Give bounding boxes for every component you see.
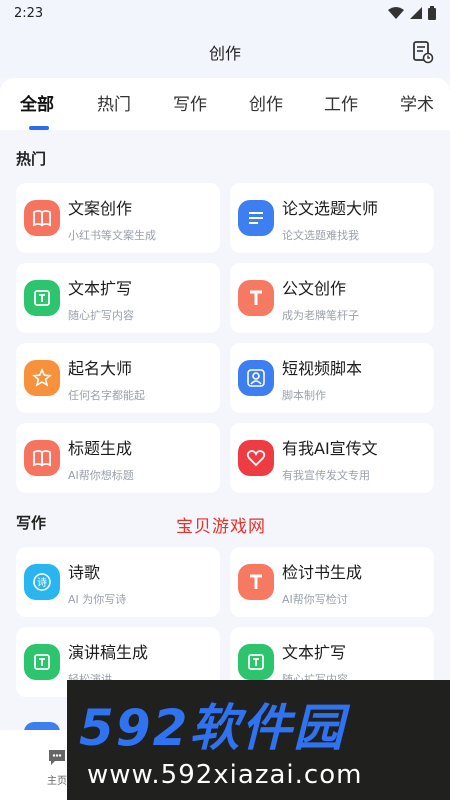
feature-card-title: 演讲稿生成 (68, 643, 149, 662)
tab-writing[interactable]: 写作 (173, 90, 207, 115)
app-header: 创作 (0, 26, 450, 78)
active-tab-indicator (29, 126, 49, 130)
text-box-icon (24, 280, 60, 316)
watermark-banner: 592软件园 www.592xiazai.com (67, 680, 450, 800)
feature-card-title: 文本扩写 (68, 279, 133, 298)
feature-card-subtitle: 小红书等文案生成 (68, 229, 156, 242)
feature-card-title: 诗歌 (68, 563, 101, 582)
status-time: 2:23 (14, 5, 44, 21)
feature-card-title: 文本扩写 (282, 643, 347, 662)
watermark-text: 宝贝游戏网 (176, 517, 266, 537)
feature-card[interactable]: 标题生成 AI帮你想标题 (16, 423, 220, 493)
feature-card[interactable]: 文本扩写随心扩写内容 (16, 263, 220, 333)
section-title-hot: 热门 (16, 150, 47, 168)
feature-card-subtitle: 论文选题难找我 (282, 229, 359, 242)
feature-card-subtitle: 成为老牌笔杆子 (282, 309, 359, 322)
feature-card-title: 有我AI宣传文 (282, 439, 378, 458)
banner-url: www.592xiazai.com (87, 760, 363, 790)
feature-card[interactable]: 检讨书生成 AI帮你写检讨 (230, 547, 434, 617)
feature-card-title: 短视频脚本 (282, 359, 363, 378)
banner-brand: 592软件园 (79, 699, 346, 757)
feature-card[interactable]: 文案创作小红书等文案生成 (16, 183, 220, 253)
book-icon (24, 440, 60, 476)
letter-t-icon (238, 280, 274, 316)
feature-card-subtitle: 有我宣传发文专用 (282, 469, 370, 482)
feature-card-title: 论文选题大师 (282, 199, 379, 218)
page-title: 创作 (208, 44, 241, 63)
feature-card-title: 检讨书生成 (282, 563, 363, 582)
tab-hot[interactable]: 热门 (97, 90, 131, 115)
chat-bubble-icon (49, 750, 65, 765)
status-icons (388, 6, 436, 20)
star-badge-icon (24, 360, 60, 396)
feature-card[interactable]: 公文创作成为老牌笔杆子 (230, 263, 434, 333)
wifi-icon (388, 7, 404, 19)
tab-academic[interactable]: 学术 (400, 90, 434, 115)
feature-card-subtitle: AI帮你想标题 (68, 469, 134, 482)
tab-all[interactable]: 全部 (20, 90, 54, 115)
category-tabs: 全部 热门 写作 创作 工作 学术 (0, 78, 450, 130)
poem-icon: 诗 (24, 564, 60, 600)
feature-card[interactable]: 诗 诗歌 AI 为你写诗 (16, 547, 220, 617)
battery-icon (428, 6, 436, 20)
svg-text:诗: 诗 (37, 576, 47, 589)
feature-card-subtitle: AI帮你写检讨 (282, 593, 348, 606)
feature-card-title: 起名大师 (68, 359, 133, 378)
text-box-icon (24, 644, 60, 680)
document-lines-icon (238, 200, 274, 236)
feature-card-subtitle: 任何名字都能起 (68, 389, 145, 402)
heart-icon (238, 440, 274, 476)
letter-t-icon (238, 564, 274, 600)
feature-card-title: 文案创作 (68, 199, 133, 218)
feature-card-subtitle: 随心扩写内容 (68, 309, 134, 322)
status-bar: 2:23 (0, 0, 450, 26)
history-document-icon[interactable] (412, 40, 434, 64)
feature-card-title: 公文创作 (282, 279, 347, 298)
feature-card[interactable]: 起名大师任何名字都能起 (16, 343, 220, 413)
feature-card-subtitle: 脚本制作 (282, 389, 326, 402)
text-box-icon (238, 644, 274, 680)
feature-card[interactable]: 论文选题大师论文选题难找我 (230, 183, 434, 253)
signal-icon (410, 7, 422, 19)
tab-creation[interactable]: 创作 (249, 90, 283, 115)
book-icon (24, 200, 60, 236)
feature-card[interactable]: 有我AI宣传文有我宣传发文专用 (230, 423, 434, 493)
feature-card-subtitle: AI 为你写诗 (68, 593, 127, 606)
person-frame-icon (238, 360, 274, 396)
feature-card-title: 标题生成 (68, 439, 133, 458)
section-title-writing: 写作 (16, 514, 47, 532)
tab-work[interactable]: 工作 (324, 90, 358, 115)
feature-card[interactable]: 短视频脚本 脚本制作 (230, 343, 434, 413)
